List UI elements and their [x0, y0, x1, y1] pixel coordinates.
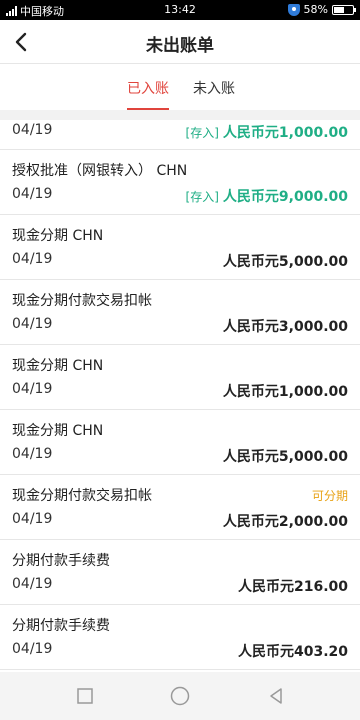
- system-back-button[interactable]: [264, 684, 288, 708]
- transaction-date: 04/19: [12, 641, 53, 657]
- transaction-amount: 人民币元1,000.00: [222, 384, 348, 400]
- status-right: 58%: [287, 3, 356, 16]
- transaction-description: 现金分期付款交易扣帐: [12, 488, 152, 504]
- transaction-row[interactable]: 现金分期 CHN 04/19 人民币元5,000.00: [0, 215, 360, 280]
- divider: [0, 110, 360, 120]
- transaction-row[interactable]: 04/19 [存入] 人民币元1,000.00: [0, 120, 360, 150]
- transaction-description: 分期付款手续费: [12, 618, 110, 634]
- deposit-tag: [存入]: [185, 190, 219, 204]
- transaction-amount: 人民币元2,000.00: [222, 514, 348, 530]
- transaction-row[interactable]: 现金分期付款交易扣帐 04/19 人民币元3,000.00: [0, 280, 360, 345]
- transaction-date: 04/19: [12, 576, 53, 592]
- transaction-date: 04/19: [12, 316, 53, 332]
- transaction-amount: [存入] 人民币元9,000.00: [186, 186, 348, 206]
- page-title: 未出账单: [146, 36, 214, 56]
- transaction-list[interactable]: 04/19 [存入] 人民币元1,000.00 授权批准（网银转入） CHN 04…: [0, 120, 360, 672]
- transaction-date: 04/19: [12, 381, 53, 397]
- amount-value: 人民币元9,000.00: [222, 189, 348, 205]
- transaction-row[interactable]: 现金分期 CHN 04/19 人民币元5,000.00: [0, 410, 360, 475]
- triangle-back-icon[interactable]: [266, 686, 286, 706]
- transaction-description: 现金分期 CHN: [12, 228, 104, 244]
- transaction-row[interactable]: 授权批准（网银转入） CHN 04/19 [存入] 人民币元9,000.00: [0, 150, 360, 215]
- system-nav-bar: [0, 672, 360, 720]
- deposit-tag: [存入]: [185, 126, 219, 140]
- transaction-row[interactable]: 分期付款手续费 04/19 人民币元403.20: [0, 605, 360, 670]
- transaction-description: 授权批准（网银转入） CHN: [12, 163, 188, 179]
- transaction-amount: 人民币元5,000.00: [222, 449, 348, 465]
- recent-apps-button[interactable]: [73, 684, 97, 708]
- transaction-amount: 人民币元3,000.00: [222, 319, 348, 335]
- tab-posted[interactable]: 已入账: [127, 78, 169, 110]
- home-button[interactable]: [168, 684, 192, 708]
- transaction-amount: 人民币元216.00: [237, 579, 348, 595]
- transaction-amount: 人民币元403.20: [237, 644, 348, 660]
- transaction-amount: [存入] 人民币元1,000.00: [186, 122, 348, 142]
- transaction-description: 现金分期 CHN: [12, 423, 104, 439]
- transaction-row[interactable]: 分期付款手续费 04/19 人民币元216.00: [0, 540, 360, 605]
- security-shield-icon: [287, 3, 300, 16]
- transaction-description: 现金分期 CHN: [12, 358, 104, 374]
- transaction-description: 现金分期付款交易扣帐: [12, 293, 152, 309]
- battery-percent: 58%: [303, 3, 328, 16]
- transaction-description: 分期付款手续费: [12, 553, 110, 569]
- transaction-date: 04/19: [12, 446, 53, 462]
- circle-icon[interactable]: [169, 685, 191, 707]
- transaction-date: 04/19: [12, 122, 53, 138]
- transaction-date: 04/19: [12, 511, 53, 527]
- amount-value: 人民币元1,000.00: [222, 125, 348, 141]
- transaction-date: 04/19: [12, 186, 53, 202]
- square-icon[interactable]: [76, 687, 94, 705]
- battery-icon: [332, 4, 356, 15]
- transaction-row[interactable]: 现金分期 CHN 04/19 人民币元1,000.00: [0, 345, 360, 410]
- header-bar: 未出账单: [0, 20, 360, 64]
- transaction-row[interactable]: 现金分期付款交易扣帐 可分期 04/19 人民币元2,000.00: [0, 475, 360, 540]
- installment-available-link[interactable]: 可分期: [312, 487, 348, 504]
- transaction-date: 04/19: [12, 251, 53, 267]
- tab-bar: 已入账 未入账: [0, 64, 360, 110]
- tab-unposted[interactable]: 未入账: [193, 78, 235, 110]
- transaction-amount: 人民币元5,000.00: [222, 254, 348, 270]
- status-bar: 中国移动 13:42 58%: [0, 0, 360, 20]
